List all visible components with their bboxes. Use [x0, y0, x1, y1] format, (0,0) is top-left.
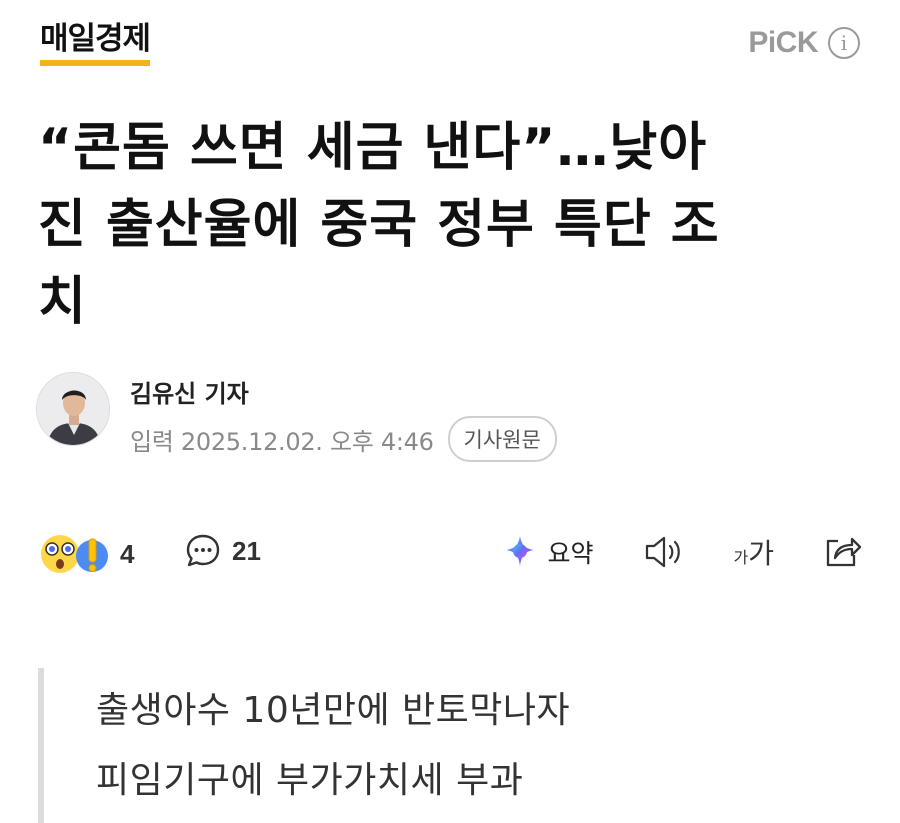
info-glyph: i [840, 31, 848, 55]
subheadline-line-2: 피임기구에 부가가치세 부과 [96, 760, 524, 801]
meta-row: 입력 2025.12.02. 오후 4:46 기사원문 [130, 416, 557, 462]
reporter-avatar[interactable] [36, 372, 110, 446]
font-size-big-label: 가 [748, 537, 774, 570]
headline-line-3: 치 [38, 272, 87, 332]
font-size-small-label: 가 [733, 548, 749, 567]
reporter-name[interactable]: 김유신 기자 [130, 374, 249, 409]
comment-button[interactable]: 21 [184, 532, 261, 570]
share-icon [826, 537, 862, 567]
published-time: 입력 2025.12.02. 오후 4:46 [130, 427, 434, 456]
comment-count: 21 [232, 535, 261, 566]
speaker-icon [645, 536, 680, 568]
article-tools: 요약 가 가 [501, 532, 862, 572]
press-logo[interactable]: 매일경제 [40, 22, 151, 67]
text-to-speech-button[interactable] [642, 533, 686, 571]
pick-badge: PiCK i [748, 26, 860, 60]
info-icon[interactable]: i [828, 27, 860, 59]
comment-bubble-icon [186, 534, 220, 567]
share-button[interactable] [822, 533, 862, 571]
article-headline: “콘돔 쓰면 세금 낸다”…낮아 진 출산율에 중국 정부 특단 조 치 [38, 110, 868, 341]
reporter-photo [37, 373, 109, 445]
reaction-button[interactable]: 4 [38, 532, 134, 576]
ai-sparkle-icon [506, 536, 535, 566]
font-size-button[interactable]: 가 가 [734, 532, 775, 572]
headline-line-1: “콘돔 쓰면 세금 낸다”…낮아 [38, 118, 708, 178]
subheadline-line-1: 출생아수 10년만에 반토막나자 [96, 690, 571, 731]
original-article-button[interactable]: 기사원문 [447, 416, 557, 462]
reaction-count: 4 [120, 538, 135, 569]
summary-button[interactable]: 요약 [501, 533, 594, 571]
summary-label: 요약 [547, 539, 594, 568]
subheadline-block: 출생아수 10년만에 반토막나자 피임기구에 부가가치세 부과 [38, 668, 858, 823]
pick-label: PiCK [748, 26, 818, 59]
surprised-emoji-icon [41, 535, 108, 573]
headline-line-2: 진 출산율에 중국 정부 특단 조 [38, 195, 720, 255]
